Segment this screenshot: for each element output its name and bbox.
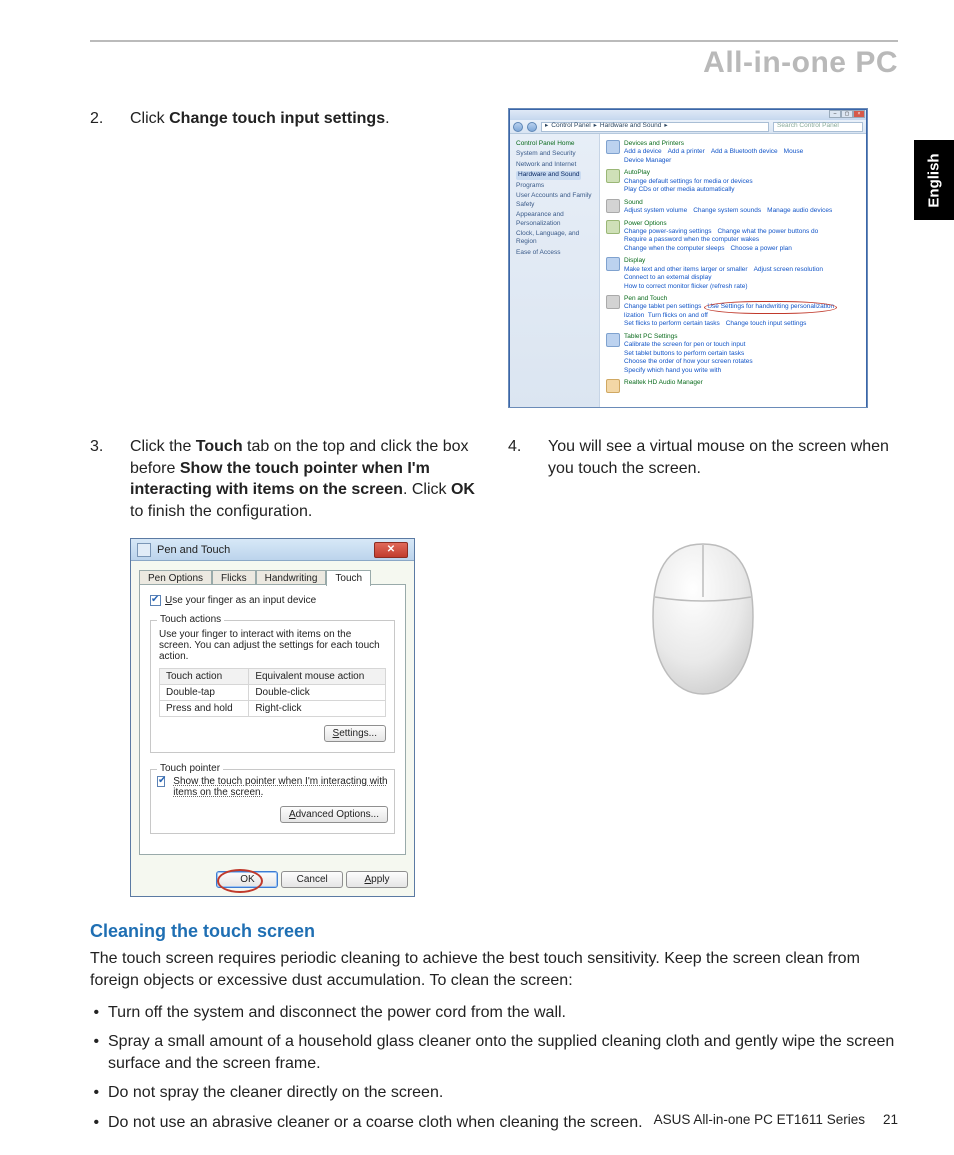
list-item: Spray a small amount of a household glas… [108,1031,898,1074]
settings-button: Settings... [324,725,386,742]
tabs: Pen Options Flicks Handwriting Touch [139,569,406,585]
tab-touch: Touch [326,570,371,586]
header-title: All-in-one PC [90,46,898,80]
close-icon: × [853,110,865,118]
info-icon [137,543,151,557]
power-icon [606,220,620,234]
nav-back-icon [513,122,523,132]
pen-and-touch-dialog: Pen and Touch ✕ Pen Options Flicks Handw… [130,538,415,897]
advanced-options-button: Advanced Options... [280,806,388,823]
step-3: 3. Click the Touch tab on the top and cl… [90,436,480,522]
show-touch-pointer-checkbox: Show the touch pointer when I'm interact… [157,776,388,798]
apply-button: Apply [346,871,408,888]
close-icon: ✕ [374,542,408,558]
virtual-mouse-icon [643,539,763,699]
section-cleaning-text: The touch screen requires periodic clean… [90,948,898,991]
minimize-icon: – [829,110,841,118]
section-cleaning-title: Cleaning the touch screen [90,921,898,942]
maximize-icon: ▢ [841,110,853,118]
sound-icon [606,199,620,213]
cancel-button: Cancel [281,871,343,888]
step-number: 4. [508,436,532,479]
control-panel-sidebar: Control Panel Home System and Security N… [510,134,600,407]
step-number: 3. [90,436,114,522]
touch-actions-table: Touch actionEquivalent mouse action Doub… [159,668,386,717]
step-number: 2. [90,108,114,130]
page-footer: ASUS All-in-one PC ET1611 Series21 [90,1112,898,1127]
breadcrumb: ▸Control Panel▸Hardware and Sound▸ [541,122,769,132]
display-icon [606,257,620,271]
autoplay-icon [606,169,620,183]
language-tab: English [914,140,954,220]
list-item: Do not spray the cleaner directly on the… [108,1082,898,1104]
nav-forward-icon [527,122,537,132]
checkbox-icon [150,595,161,606]
use-finger-checkbox: Use your finger as an input device [150,595,395,606]
step-2: 2. Click Change touch input settings. [90,108,480,130]
control-panel-screenshot: – ▢ × ▸Control Panel▸Hardware and Sound▸… [508,108,868,408]
realtek-icon [606,379,620,393]
window-titlebar: – ▢ × [510,110,866,120]
list-item: Turn off the system and disconnect the p… [108,1002,898,1024]
tablet-pc-icon [606,333,620,347]
devices-icon [606,140,620,154]
ok-button: OK [216,871,278,888]
pen-touch-icon [606,295,620,309]
checkbox-icon [157,776,165,787]
step-4: 4. You will see a virtual mouse on the s… [508,436,898,479]
search-input: Search Control Panel [773,122,863,132]
